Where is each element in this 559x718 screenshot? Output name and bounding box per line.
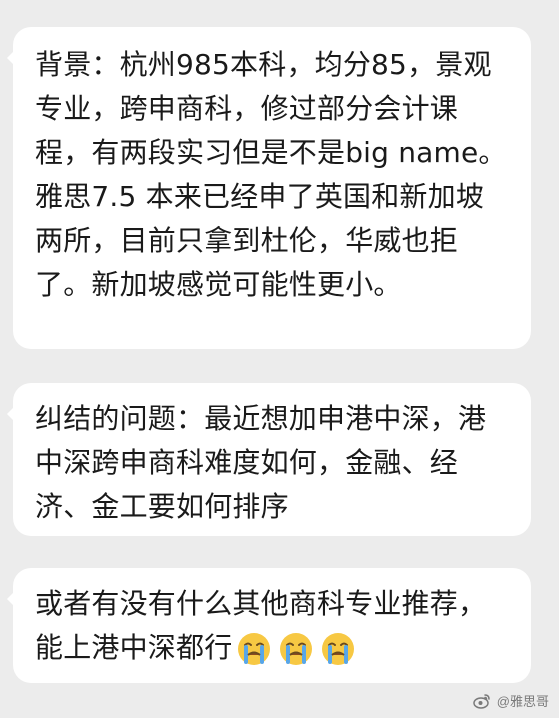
crying-face-icon [322, 633, 355, 665]
chat-bubble-background: 背景：杭州985本科，均分85，景观专业，跨申商科，修过部分会计课程，有两段实习… [7, 27, 531, 349]
watermark-text: @雅思哥 [496, 694, 549, 709]
chat-bubble-question: 纠结的问题：最近想加申港中深，港中深跨申商科难度如何，金融、经济、金工要如何排序 [7, 383, 531, 536]
emoji-row [236, 631, 356, 667]
chat-bubble-recommendation: 或者有没有什么其他商科专业推荐，能上港中深都行 [7, 568, 531, 683]
crying-face-icon [238, 633, 271, 665]
weibo-icon [473, 693, 490, 709]
message-text-background: 背景：杭州985本科，均分85，景观专业，跨申商科，修过部分会计课程，有两段实习… [35, 48, 507, 301]
crying-face-icon [280, 633, 313, 665]
watermark: @雅思哥 [473, 691, 549, 710]
message-text-question: 纠结的问题：最近想加申港中深，港中深跨申商科难度如何，金融、经济、金工要如何排序 [35, 402, 487, 523]
message-text-recommendation: 或者有没有什么其他商科专业推荐，能上港中深都行 [35, 582, 509, 670]
